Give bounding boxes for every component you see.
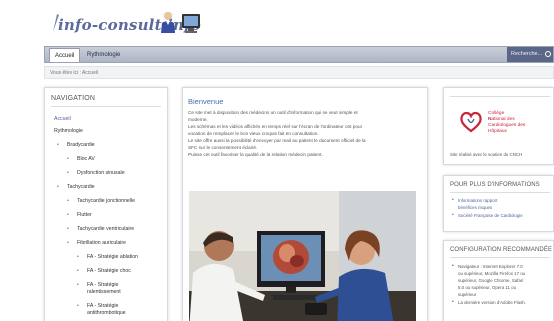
main-content: Bienvenue Ce site met à disposition des … bbox=[182, 87, 428, 321]
bullet-icon: • bbox=[77, 303, 79, 309]
bullet-icon: • bbox=[67, 240, 69, 246]
link-benefices-risques[interactable]: bénéfices risques bbox=[458, 205, 492, 210]
sidebar-item-dysfonction-sinusale[interactable]: Dysfonction sinusale bbox=[77, 170, 125, 176]
intro-line: Le site offre aussi la possibilité d'env… bbox=[188, 138, 366, 143]
more-info-title: POUR PLUS D'INFORMATIONS bbox=[450, 182, 540, 188]
sidebar-item-fa-antithrombotique-cont[interactable]: antithrombotique bbox=[87, 310, 126, 316]
cnch-heart-logo-icon[interactable] bbox=[459, 110, 483, 134]
navigation-sidebar: NAVIGATION Accueil Rythmologie • Bradyca… bbox=[44, 87, 168, 321]
doctor-icon bbox=[161, 12, 175, 33]
bullet-icon: • bbox=[452, 299, 454, 305]
intro-line: Ce site met à disposition des médecins u… bbox=[188, 110, 358, 115]
config-line: supérieur bbox=[458, 292, 477, 297]
sidebar-item-tachycardie[interactable]: Tachycardie bbox=[67, 184, 95, 190]
page-title: Bienvenue bbox=[188, 97, 224, 106]
bullet-icon: • bbox=[67, 156, 69, 162]
sidebar-item-bloc-av[interactable]: Bloc AV bbox=[77, 156, 95, 162]
sidebar-item-accueil[interactable]: Accueil bbox=[54, 116, 71, 122]
intro-line: Puisse cet outil favoriser la qualité de… bbox=[188, 152, 323, 157]
divider bbox=[450, 257, 550, 258]
bullet-icon: • bbox=[67, 170, 69, 176]
search-placeholder: Recherche... bbox=[511, 51, 543, 57]
site-logo[interactable]: info-consult.info bbox=[58, 16, 201, 34]
cnch-line-3: Cardiologues des bbox=[488, 123, 526, 128]
sidebar-item-tachycardie-jonctionnelle[interactable]: Tachycardie jonctionnelle bbox=[77, 198, 135, 204]
intro-line: vocation de remplacer le bon vieux croqu… bbox=[188, 131, 319, 136]
intro-line: SFC sur le consentement éclairé. bbox=[188, 145, 258, 150]
tab-rythmologie[interactable]: Rythmologie bbox=[82, 48, 125, 62]
bullet-icon: • bbox=[67, 212, 69, 218]
cnch-caption: Site réalisé avec le soutien du CNCH bbox=[450, 152, 523, 157]
more-info-box: POUR PLUS D'INFORMATIONS • Informations … bbox=[443, 175, 554, 232]
bullet-icon: • bbox=[77, 268, 79, 274]
site-header: info-consult.info bbox=[0, 0, 554, 44]
computer-icon bbox=[182, 14, 200, 33]
sidebar-item-fa-choc[interactable]: FA - Stratégie choc bbox=[87, 268, 131, 274]
config-line: Navigateur : Internet Explorer 7.0 bbox=[458, 264, 523, 269]
link-informations-rapport[interactable]: Informations rapport bbox=[458, 198, 497, 203]
sidebar-item-fa-ablation[interactable]: FA - Stratégie ablation bbox=[87, 254, 138, 260]
consultation-photo bbox=[189, 191, 416, 321]
sidebar-item-rythmologie[interactable]: Rythmologie bbox=[54, 128, 83, 134]
sidebar-item-fa-antithrombotique[interactable]: FA - Stratégie bbox=[87, 303, 118, 309]
config-line: ou supérieur, Mozilla Firefox 17 ou bbox=[458, 271, 526, 276]
sidebar-title: NAVIGATION bbox=[51, 95, 96, 102]
cnch-line-2: National des bbox=[488, 117, 515, 122]
bullet-icon: • bbox=[452, 263, 454, 269]
bullet-icon: • bbox=[67, 198, 69, 204]
sidebar-item-bradycardie[interactable]: Bradycardie bbox=[67, 142, 95, 148]
breadcrumb: Vous êtes ici : Accueil bbox=[44, 66, 554, 79]
cnch-sponsor-box: Collège National des Cardiologues des Hô… bbox=[443, 87, 554, 165]
sidebar-item-fibrillation-auriculaire[interactable]: Fibrillation auriculaire bbox=[77, 240, 126, 246]
main-navbar: Accueil Rythmologie Recherche... bbox=[44, 46, 554, 63]
sidebar-item-tachycardie-ventriculaire[interactable]: Tachycardie ventriculaire bbox=[77, 226, 134, 232]
link-societe-francaise-cardiologie[interactable]: Société Française de Cardiologie bbox=[458, 213, 523, 218]
bullet-icon: • bbox=[77, 254, 79, 260]
search-input[interactable]: Recherche... bbox=[507, 47, 553, 62]
bullet-icon: • bbox=[452, 212, 454, 218]
sidebar-item-fa-ralentissement-cont[interactable]: ralentissement bbox=[87, 289, 121, 295]
divider bbox=[450, 96, 550, 97]
bullet-icon: • bbox=[77, 282, 79, 288]
cnch-line-1: Collège bbox=[488, 111, 505, 116]
config-line: La dernière version d'Adobe Flash. bbox=[458, 300, 526, 305]
search-icon[interactable] bbox=[545, 51, 551, 57]
divider bbox=[51, 106, 161, 107]
bullet-icon: • bbox=[67, 226, 69, 232]
tab-accueil[interactable]: Accueil bbox=[49, 48, 81, 62]
cnch-line-2-rest: ational des bbox=[491, 117, 515, 122]
recommended-config-box: CONFIGURATION RECOMMANDÉE • Navigateur :… bbox=[443, 240, 554, 321]
intro-line: Les schémas et les vidéos affichés en te… bbox=[188, 124, 363, 129]
intro-line: moderne. bbox=[188, 117, 208, 122]
cnch-line-4: Hôpitaux bbox=[488, 129, 507, 134]
sidebar-item-fa-ralentissement[interactable]: FA - Stratégie bbox=[87, 282, 118, 288]
bullet-icon: • bbox=[57, 142, 59, 148]
bullet-icon: • bbox=[57, 184, 59, 190]
config-line: supérieur, Google Chrome, Safari bbox=[458, 278, 524, 283]
sidebar-item-flutter[interactable]: Flutter bbox=[77, 212, 92, 218]
config-line: 5.0 ou supérieur, Opera 11 ou bbox=[458, 285, 517, 290]
config-title: CONFIGURATION RECOMMANDÉE bbox=[450, 247, 553, 253]
divider bbox=[450, 192, 550, 193]
bullet-icon: • bbox=[452, 197, 454, 203]
